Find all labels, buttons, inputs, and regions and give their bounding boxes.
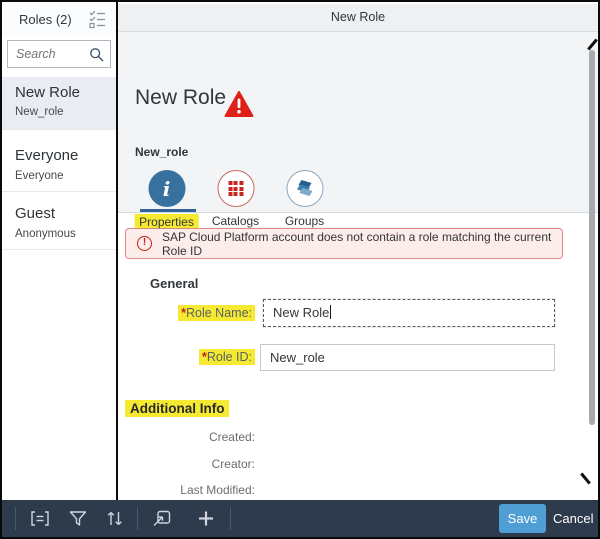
filter-icon[interactable] (68, 509, 88, 528)
object-subtitle: New_role (135, 145, 188, 159)
tab-label: Catalogs (212, 214, 259, 228)
object-header: New Role New_role i Properties (118, 32, 598, 213)
text-caret (330, 305, 331, 319)
toolbar-separator (137, 507, 138, 530)
role-item-title: Guest (15, 205, 55, 222)
grid-icon (217, 170, 254, 207)
search-box (7, 40, 111, 68)
search-icon[interactable] (89, 47, 105, 63)
creator-label: Creator: (118, 457, 255, 471)
footer-toolbar: Save Cancel (2, 500, 598, 537)
sort-icon[interactable] (105, 509, 125, 528)
sidebar-header: Roles (2) (2, 2, 116, 38)
tab-groups[interactable]: Groups (270, 170, 339, 234)
error-message-text: SAP Cloud Platform account does not cont… (162, 230, 562, 258)
role-item-subtitle: Anonymous (15, 228, 76, 240)
selected-tab-indicator (140, 209, 196, 212)
additional-info-heading: Additional Info (125, 400, 229, 417)
toolbar-separator (230, 507, 231, 530)
warning-icon (224, 90, 254, 118)
role-name-input[interactable]: New Role (263, 299, 555, 327)
save-button[interactable]: Save (499, 504, 546, 533)
role-item-subtitle: New_role (15, 106, 64, 118)
role-list-item-new-role[interactable]: New Role New_role (2, 77, 116, 130)
role-id-label-box: *Role ID: (118, 349, 255, 365)
cursor-artifact-bottom (580, 473, 591, 485)
sidebar-title: Roles (2) (19, 12, 72, 27)
role-name-value: New Role (273, 305, 329, 320)
general-section-heading: General (150, 276, 198, 291)
role-item-title: New Role (15, 84, 80, 101)
app-window: Roles (2) New (0, 0, 600, 539)
role-list-item-everyone[interactable]: Everyone Everyone (2, 130, 116, 192)
copy-to-icon[interactable] (152, 509, 172, 528)
legend-icon[interactable] (30, 509, 50, 528)
roles-sidebar: Roles (2) New (2, 2, 116, 500)
object-title: New Role (135, 86, 226, 110)
role-item-subtitle: Everyone (15, 170, 64, 182)
layers-icon (286, 170, 323, 207)
multiselect-icon[interactable] (89, 10, 107, 30)
role-name-label-box: *Role Name: (118, 305, 255, 321)
add-icon[interactable] (196, 509, 216, 528)
info-icon: i (148, 170, 185, 207)
vertical-scrollbar[interactable] (589, 50, 595, 425)
role-id-input[interactable] (260, 344, 555, 371)
tab-catalogs[interactable]: Catalogs (201, 170, 270, 234)
created-label: Created: (118, 430, 255, 444)
icon-tab-bar: i Properties Catalogs (132, 170, 339, 234)
error-exclamation-icon: ! (137, 236, 152, 251)
toolbar-separator (15, 507, 16, 530)
role-list-item-guest[interactable]: Guest Anonymous (2, 192, 116, 250)
role-name-label: *Role Name: (178, 305, 255, 321)
detail-topbar: New Role (118, 4, 598, 32)
last-modified-label: Last Modified: (118, 483, 255, 497)
role-item-title: Everyone (15, 147, 78, 164)
tab-properties[interactable]: i Properties (132, 170, 201, 234)
tab-label: Groups (285, 214, 324, 228)
error-message-strip: ! SAP Cloud Platform account does not co… (125, 228, 563, 259)
role-id-label: *Role ID: (199, 349, 255, 365)
detail-panel: New Role New Role New_role i Properties (118, 2, 598, 500)
cancel-button[interactable]: Cancel (553, 504, 593, 533)
